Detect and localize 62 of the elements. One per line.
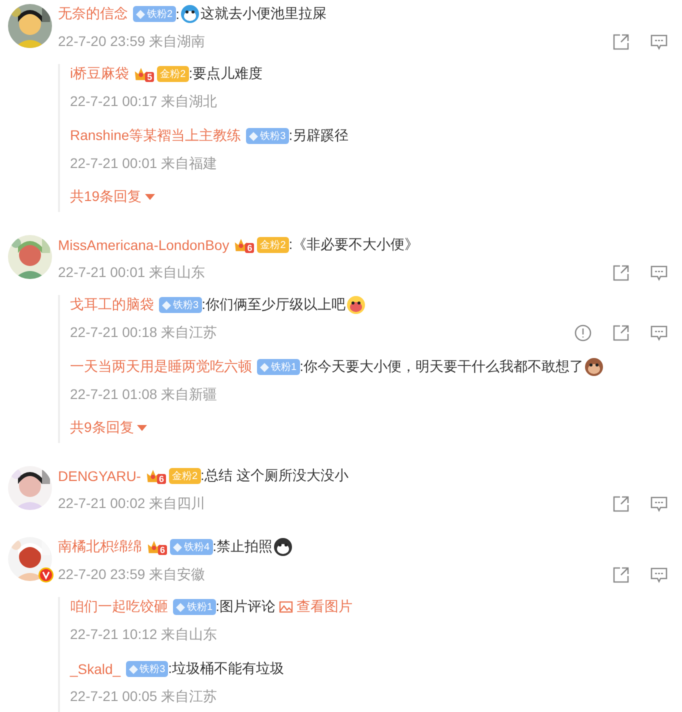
comment-text: 这就去小便池里拉屎 xyxy=(200,5,326,23)
fan-badge: 铁粉1 xyxy=(257,359,300,375)
user-name[interactable]: 无奈的信念 xyxy=(58,5,128,23)
timestamp: 22-7-21 10:12 来自山东 xyxy=(70,626,218,644)
comment-text: :总结 这个厕所没大没小 xyxy=(200,467,348,485)
comment-text: :禁止拍照 xyxy=(212,538,272,556)
comment-text: :你今天要大小便，明天要干什么我都不敢想了 xyxy=(300,358,584,376)
comment-text: :另辟蹊径 xyxy=(288,127,349,145)
comment-icon[interactable] xyxy=(650,324,668,342)
comment-text: :《非必要不大小便》 xyxy=(288,236,419,254)
comment-text: :图片评论 xyxy=(216,598,276,616)
caret-icon xyxy=(144,194,155,200)
comment-text: :垃圾桶不能有垃圾 xyxy=(168,660,284,678)
comment-icon[interactable] xyxy=(650,566,668,584)
comment-text: :你们俩至少厅级以上吧 xyxy=(202,296,346,314)
crown-level: 6 xyxy=(156,474,166,484)
share-icon[interactable] xyxy=(612,566,630,584)
comment-icon[interactable] xyxy=(650,264,668,282)
share-icon[interactable] xyxy=(612,33,630,51)
image-icon xyxy=(279,600,294,614)
fan-badge: 铁粉3 xyxy=(126,661,168,677)
comment-text: :要点儿难度 xyxy=(188,65,263,83)
crown-level: 6 xyxy=(245,243,254,253)
timestamp: 22-7-21 01:08 来自新疆 xyxy=(70,386,218,404)
crown-level: 5 xyxy=(145,72,154,82)
user-name[interactable]: MissAmericana-LondonBoy xyxy=(58,237,230,253)
caret-icon xyxy=(136,425,147,431)
timestamp: 22-7-20 23:59 来自安徽 xyxy=(58,566,206,584)
fan-badge: 金粉2 xyxy=(168,468,201,484)
user-name[interactable]: DENGYARU- xyxy=(58,468,141,484)
timestamp: 22-7-21 00:17 来自湖北 xyxy=(70,93,218,111)
view-image-link[interactable]: 查看图片 xyxy=(279,598,352,616)
fan-badge: 金粉2 xyxy=(257,237,289,253)
user-name[interactable]: i桥豆麻袋 xyxy=(70,65,130,83)
user-name[interactable]: _Skald_ xyxy=(70,661,121,677)
share-icon[interactable] xyxy=(612,495,630,513)
user-name[interactable]: 一天当两天用是睡两觉吃六顿 xyxy=(70,358,252,376)
fan-badge: 铁粉1 xyxy=(173,599,216,615)
fan-badge: 铁粉3 xyxy=(159,297,202,313)
timestamp: 22-7-21 00:02 来自四川 xyxy=(58,495,206,513)
timestamp: 22-7-21 00:05 来自江苏 xyxy=(70,688,218,706)
more-replies-link[interactable]: 共9条回复 xyxy=(70,419,668,437)
user-name[interactable]: 戈耳工的脑袋 xyxy=(70,296,154,314)
fan-badge: 铁粉3 xyxy=(246,128,289,144)
fan-badge: 铁粉2 xyxy=(133,6,176,22)
timestamp: 22-7-20 23:59 来自湖南 xyxy=(58,33,206,51)
more-replies-link[interactable]: 共19条回复 xyxy=(70,188,668,206)
fan-badge: 金粉2 xyxy=(157,66,189,82)
timestamp: 22-7-21 00:18 来自江苏 xyxy=(70,324,218,342)
user-name[interactable]: 咱们一起吃饺砸 xyxy=(70,598,168,616)
colon-text: : xyxy=(176,6,180,22)
crown-level: 6 xyxy=(158,545,168,555)
share-icon[interactable] xyxy=(612,324,630,342)
timestamp: 22-7-21 00:01 来自福建 xyxy=(70,155,218,173)
fan-badge: 铁粉4 xyxy=(170,539,213,555)
comment-icon[interactable] xyxy=(650,495,668,513)
user-name[interactable]: Ranshine等某褶当上主教练 xyxy=(70,127,242,145)
timestamp: 22-7-21 00:01 来自山东 xyxy=(58,264,206,282)
warning-icon[interactable] xyxy=(574,324,592,342)
share-icon[interactable] xyxy=(612,264,630,282)
user-name[interactable]: 南橘北枳绵绵 xyxy=(58,538,142,556)
comment-icon[interactable] xyxy=(650,33,668,51)
